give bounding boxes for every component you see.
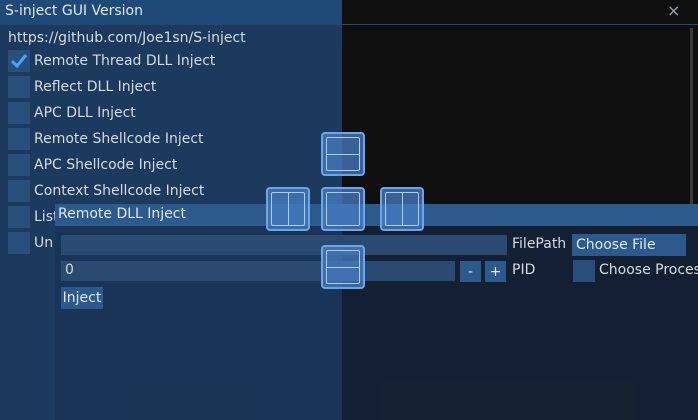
pid-label: PID: [512, 262, 536, 278]
checkbox[interactable]: [8, 128, 30, 150]
filepath-input[interactable]: [61, 235, 507, 255]
option-un[interactable]: Un: [8, 232, 53, 254]
check-icon: [10, 54, 28, 69]
window-title: S-inject GUI Version: [5, 3, 143, 19]
repo-url: https://github.com/Joe1sn/S-inject: [8, 30, 246, 46]
option-label: APC DLL Inject: [34, 105, 136, 121]
choose-file-button[interactable]: Choose File: [572, 234, 686, 256]
option-label: Reflect DLL Inject: [34, 79, 157, 95]
option-remote-shellcode[interactable]: Remote Shellcode Inject: [8, 128, 204, 150]
checkbox[interactable]: [8, 76, 30, 98]
option-label: Context Shellcode Inject: [34, 183, 205, 199]
option-label: Remote Thread DLL Inject: [34, 53, 216, 69]
close-icon[interactable]: ×: [667, 2, 680, 20]
checkbox[interactable]: [8, 154, 30, 176]
checkbox[interactable]: [8, 180, 30, 202]
option-label: Remote Shellcode Inject: [34, 131, 204, 147]
option-context-shellcode[interactable]: Context Shellcode Inject: [8, 180, 204, 202]
inject-button[interactable]: Inject: [61, 287, 103, 309]
option-label: APC Shellcode Inject: [34, 157, 178, 173]
dock-right-icon[interactable]: [380, 187, 424, 231]
scrollbar[interactable]: [690, 28, 693, 204]
checkbox[interactable]: [8, 206, 30, 228]
remote-dll-inject-window: Remote DLL Inject FilePath Choose File 0…: [55, 204, 698, 420]
checkbox[interactable]: [8, 232, 30, 254]
option-reflect-dll[interactable]: Reflect DLL Inject: [8, 76, 156, 98]
filepath-label: FilePath: [512, 236, 567, 252]
child-window-title: Remote DLL Inject: [58, 206, 186, 222]
dock-top-icon[interactable]: [321, 132, 365, 176]
pid-input[interactable]: 0: [61, 261, 455, 281]
option-remote-thread-dll[interactable]: Remote Thread DLL Inject: [8, 50, 215, 72]
checkbox[interactable]: [8, 50, 30, 72]
dock-left-icon[interactable]: [266, 187, 310, 231]
dock-center-icon[interactable]: [321, 187, 365, 231]
option-apc-dll[interactable]: APC DLL Inject: [8, 102, 136, 124]
option-label: Un: [34, 235, 54, 251]
choose-process-label: Choose Process: [599, 262, 698, 278]
pid-value: 0: [65, 262, 74, 278]
checkbox[interactable]: [8, 102, 30, 124]
child-title-bar[interactable]: Remote DLL Inject: [55, 204, 698, 226]
title-bar[interactable]: S-inject GUI Version ×: [0, 0, 698, 25]
pid-increment-button[interactable]: +: [485, 261, 506, 282]
option-apc-shellcode[interactable]: APC Shellcode Inject: [8, 154, 177, 176]
dock-bottom-icon[interactable]: [321, 245, 365, 289]
choose-process-checkbox[interactable]: [573, 260, 595, 282]
option-list[interactable]: List: [8, 206, 58, 228]
pid-decrement-button[interactable]: -: [460, 261, 481, 282]
